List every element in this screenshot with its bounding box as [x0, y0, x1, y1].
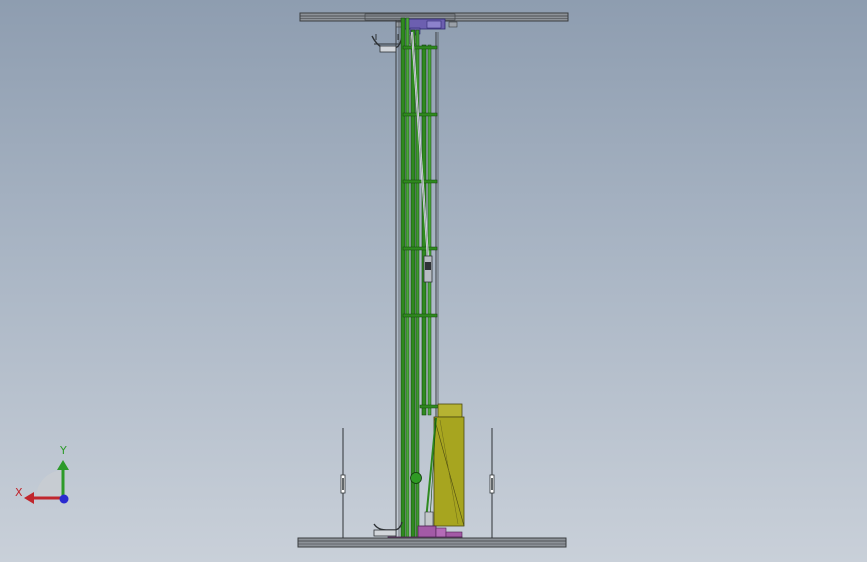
y-axis-label: Y — [59, 444, 67, 457]
left-guide-post[interactable] — [340, 428, 346, 538]
x-axis-label: X — [15, 486, 23, 499]
bottom-hook-bracket[interactable] — [373, 521, 403, 537]
orientation-triad[interactable]: Y X — [10, 440, 80, 510]
carriage-block[interactable] — [423, 255, 433, 283]
right-guide-post[interactable] — [489, 428, 495, 538]
green-knob[interactable] — [410, 472, 422, 484]
triad-plane-shade — [35, 470, 63, 499]
drive-motor-housing[interactable] — [433, 403, 465, 527]
x-axis-arrowhead — [24, 492, 34, 504]
z-axis-dot — [59, 494, 69, 504]
vertical-lift-assembly[interactable] — [0, 0, 867, 562]
bottom-beam[interactable] — [297, 537, 567, 548]
top-hook-bracket[interactable] — [371, 34, 417, 53]
cad-viewport[interactable]: Y X — [0, 0, 867, 562]
y-axis-arrowhead — [57, 460, 69, 470]
